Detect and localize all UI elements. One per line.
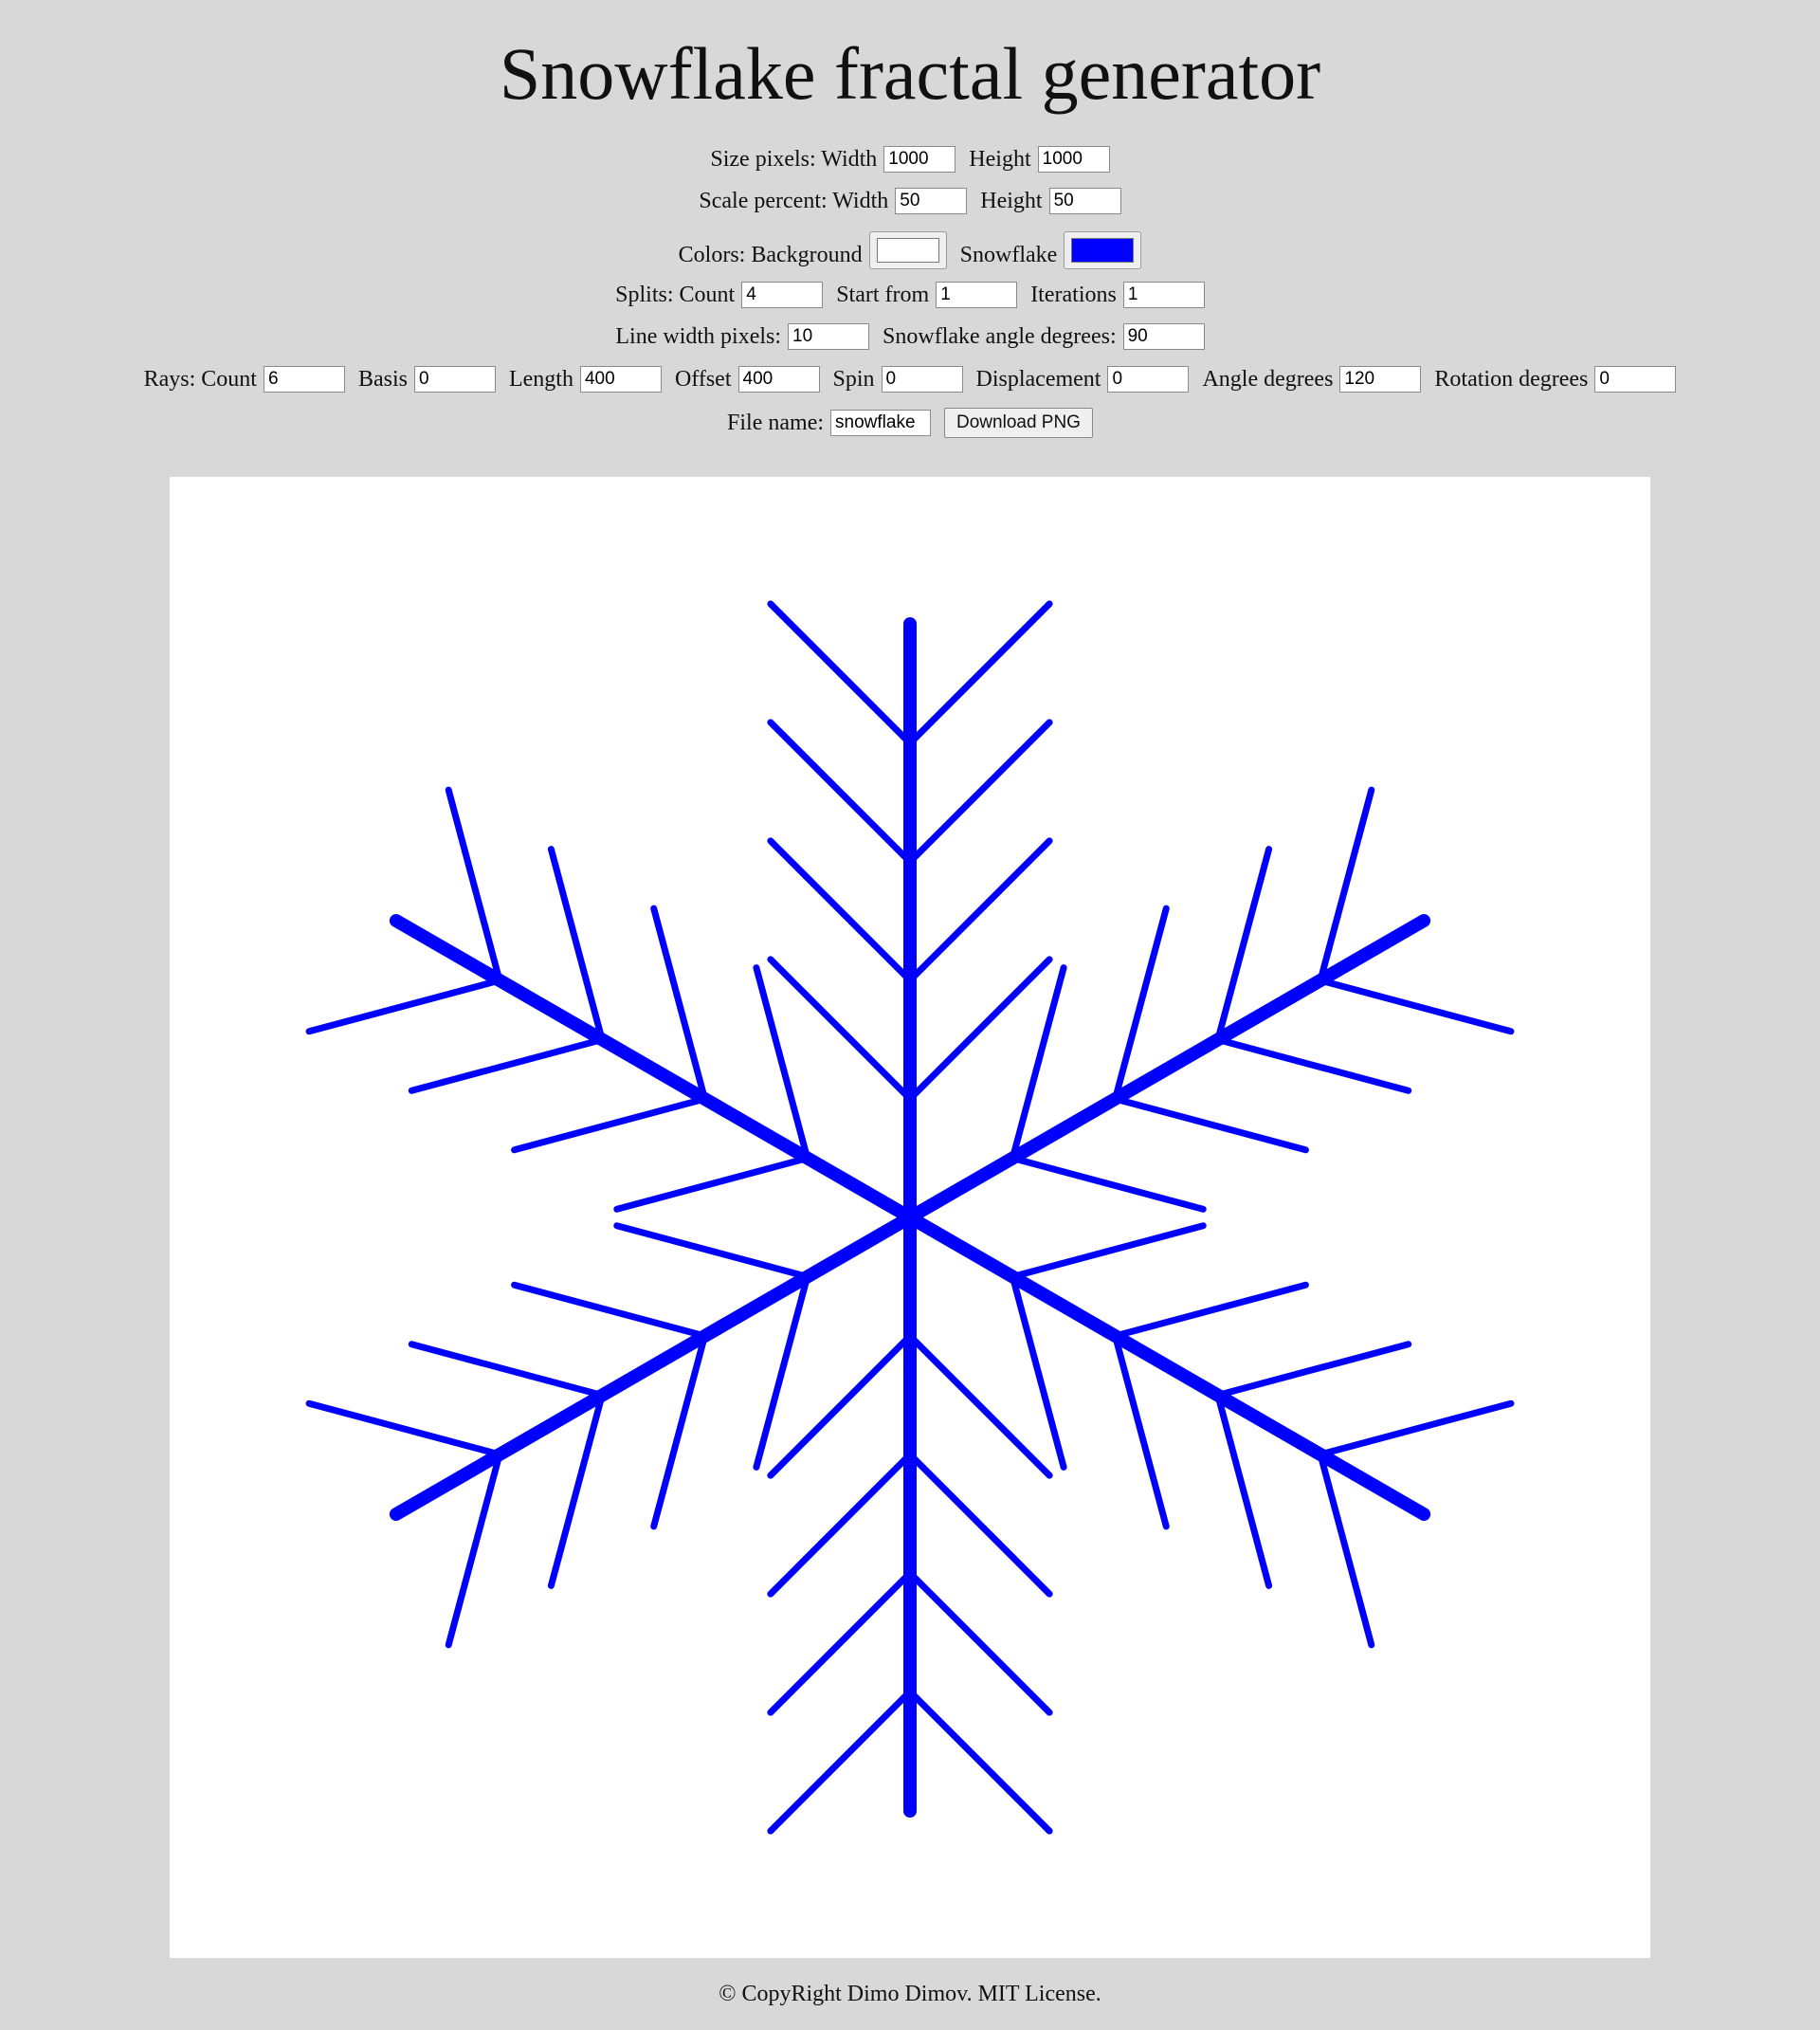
rays-count-label: Rays: Count xyxy=(143,366,257,392)
snowflake-branch xyxy=(1317,1399,1515,1458)
snowflake-arm xyxy=(903,1211,1431,1521)
rays-displacement-input[interactable] xyxy=(1107,366,1190,393)
file-name-input[interactable] xyxy=(830,410,932,436)
snowflake-canvas xyxy=(170,477,1650,1958)
scale-width-label: Scale percent: Width xyxy=(699,188,889,213)
snowflake-branch xyxy=(767,1332,914,1479)
snowflake-branch xyxy=(767,1688,914,1835)
snowflake-branch xyxy=(1009,1155,1207,1213)
snowflake-branch xyxy=(1009,1222,1207,1280)
file-name-label: File name: xyxy=(727,410,825,435)
rays-length-label: Length xyxy=(508,366,573,392)
rays-offset-label: Offset xyxy=(674,366,732,392)
snowflake-branch xyxy=(408,1036,606,1094)
snowflake-branch xyxy=(906,1451,1053,1598)
line-width-input[interactable] xyxy=(788,323,870,350)
snowflake-branch xyxy=(906,956,1053,1103)
size-row: Size pixels: Width Height xyxy=(0,146,1820,173)
page-title: Snowflake fractal generator xyxy=(499,32,1321,115)
rays-rotation-label: Rotation degrees xyxy=(1434,366,1589,392)
rays-offset-input[interactable] xyxy=(737,366,820,393)
snowflake-branch xyxy=(408,1341,606,1399)
snowflake-drawing xyxy=(305,600,1515,1835)
snowflake-branch xyxy=(613,1155,811,1213)
snowflake-branch xyxy=(1317,977,1515,1035)
scale-row: Scale percent: Width Height xyxy=(0,188,1820,214)
rays-spin-label: Spin xyxy=(832,366,875,392)
snowflake-branch xyxy=(906,600,1053,747)
snowflake-branch xyxy=(906,719,1053,866)
rays-angle-label: Angle degrees xyxy=(1202,366,1334,392)
rays-row: Rays: Count Basis Length Offset Spin Dis… xyxy=(0,366,1820,393)
line-row: Line width pixels: Snowflake angle degre… xyxy=(0,323,1820,350)
snowflake-branch xyxy=(767,956,914,1103)
snowflake-branch xyxy=(906,1569,1053,1716)
splits-start-input[interactable] xyxy=(936,282,1018,308)
snowflake-branch xyxy=(767,1451,914,1598)
splits-count-label: Splits: Count xyxy=(615,282,736,307)
snowflake-branch xyxy=(906,1688,1053,1835)
file-row: File name: Download PNG xyxy=(0,408,1820,438)
copyright-footer: © CopyRight Dimo Dimov. MIT License. xyxy=(719,1982,1101,2006)
scale-height-label: Height xyxy=(980,188,1043,213)
snowflake-branch xyxy=(1112,1281,1309,1340)
snowflake-branch xyxy=(767,719,914,866)
rays-length-input[interactable] xyxy=(579,366,662,393)
snowflake-angle-label: Snowflake angle degrees: xyxy=(883,323,1117,349)
snowflake-color-swatch xyxy=(1071,238,1135,263)
snowflake-branch xyxy=(767,600,914,747)
rays-basis-label: Basis xyxy=(357,366,408,392)
snowflake-branch xyxy=(511,1095,708,1154)
snowflake-color-picker[interactable] xyxy=(1064,231,1142,269)
size-height-input[interactable] xyxy=(1037,146,1110,173)
snowflake-branch xyxy=(305,1399,503,1458)
background-color-picker[interactable] xyxy=(868,231,947,269)
snowflake-branch xyxy=(511,1281,708,1340)
snowflake-arm xyxy=(389,1211,917,1521)
splits-iterations-input[interactable] xyxy=(1122,282,1205,308)
scale-width-input[interactable] xyxy=(895,188,968,214)
rays-basis-input[interactable] xyxy=(413,366,496,393)
snowflake-color-label: Snowflake xyxy=(959,242,1058,267)
snowflake-branch xyxy=(767,837,914,984)
splits-row: Splits: Count Start from Iterations xyxy=(0,282,1820,308)
size-width-input[interactable] xyxy=(883,146,956,173)
size-width-label: Size pixels: Width xyxy=(710,146,878,172)
rays-rotation-input[interactable] xyxy=(1594,366,1677,393)
snowflake-branch xyxy=(305,977,503,1035)
snowflake-arm xyxy=(903,914,1431,1224)
snowflake-branch xyxy=(767,1569,914,1716)
size-height-label: Height xyxy=(969,146,1031,172)
colors-row: Colors: Background Snowflake xyxy=(0,231,1820,269)
splits-count-input[interactable] xyxy=(741,282,824,308)
scale-height-input[interactable] xyxy=(1048,188,1121,214)
rays-displacement-label: Displacement xyxy=(975,366,1101,392)
rays-spin-input[interactable] xyxy=(881,366,963,393)
rays-count-input[interactable] xyxy=(263,366,345,393)
snowflake-branch xyxy=(906,1332,1053,1479)
line-width-label: Line width pixels: xyxy=(615,323,782,349)
download-png-button[interactable]: Download PNG xyxy=(944,408,1093,438)
snowflake-branch xyxy=(613,1222,811,1280)
background-color-swatch xyxy=(876,238,939,263)
snowflake-arm xyxy=(389,914,917,1224)
rays-angle-input[interactable] xyxy=(1339,366,1422,393)
snowflake-angle-input[interactable] xyxy=(1122,323,1205,350)
snowflake-branch xyxy=(1214,1341,1412,1399)
background-color-label: Colors: Background xyxy=(678,242,863,267)
snowflake-branch xyxy=(906,837,1053,984)
splits-start-label: Start from xyxy=(836,282,930,307)
snowflake-branch xyxy=(1214,1036,1412,1094)
snowflake-branch xyxy=(1112,1095,1309,1154)
splits-iterations-label: Iterations xyxy=(1030,282,1117,307)
